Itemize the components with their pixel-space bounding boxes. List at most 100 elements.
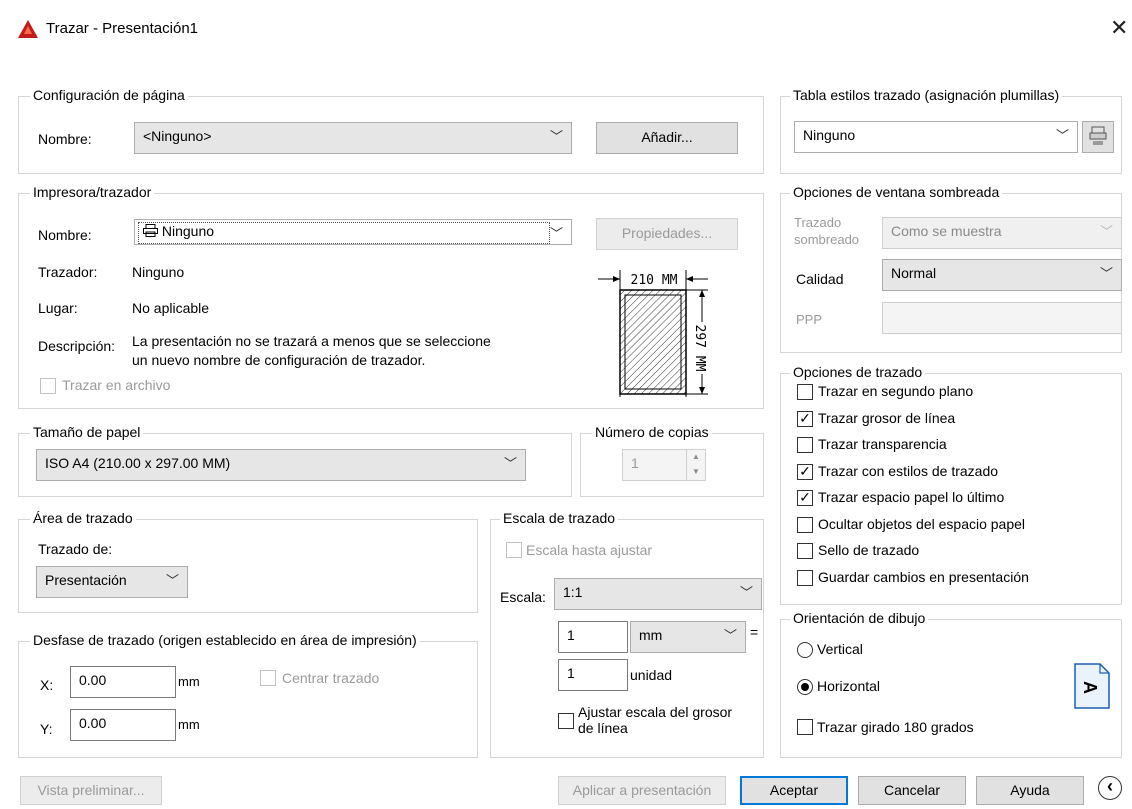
where-value: No aplicable — [132, 300, 210, 316]
cancel-button[interactable]: Cancelar — [858, 776, 966, 805]
plot-what-dropdown[interactable]: Presentación ﹀ — [36, 566, 188, 598]
shade-plot-label-line-1: Trazado — [794, 215, 842, 230]
chevron-down-icon: ﹀ — [1099, 266, 1113, 281]
autocad-logo-icon — [18, 20, 38, 38]
fit-to-paper-checkbox[interactable] — [506, 542, 522, 558]
scale-lineweights-label: Ajustar escala del grosor de línea — [578, 704, 732, 736]
dpi-label: PPP — [796, 312, 823, 327]
description-label: Descripción: — [38, 338, 116, 354]
ok-button[interactable]: Aceptar — [740, 776, 848, 805]
orientation-preview-icon: A — [1074, 663, 1110, 709]
offset-y-value: 0.00 — [79, 715, 107, 731]
help-button[interactable]: Ayuda — [976, 776, 1084, 805]
offset-x-unit: mm — [178, 674, 200, 689]
plot-option-checkbox[interactable]: ✓ — [797, 411, 813, 427]
dpi-input[interactable] — [882, 302, 1122, 334]
plot-style-dropdown[interactable]: Ninguno ﹀ — [794, 121, 1078, 153]
scale-lineweights-line-1: Ajustar escala del grosor — [578, 704, 733, 720]
center-plot-checkbox[interactable] — [260, 670, 276, 686]
shade-plot-value: Como se muestra — [891, 223, 1002, 239]
landscape-radio[interactable] — [797, 679, 813, 695]
offset-x-input[interactable]: 0.00 — [70, 666, 176, 698]
plot-option-label: Trazar en segundo plano — [818, 383, 974, 399]
apply-to-layout-button[interactable]: Aplicar a presentación — [558, 776, 726, 805]
plot-offset-title: Desfase de trazado (origen establecido e… — [30, 632, 420, 648]
scale-value2-input[interactable]: 1 — [558, 659, 628, 691]
chevron-down-icon: ﹀ — [723, 628, 737, 643]
printer-name-value: Ninguno — [161, 223, 215, 239]
plot-to-file-checkbox[interactable] — [40, 378, 56, 394]
fit-to-paper-label: Escala hasta ajustar — [526, 542, 653, 558]
description-line-2: un nuevo nombre de configuración de traz… — [132, 352, 426, 368]
preview-button[interactable]: Vista preliminar... — [20, 776, 162, 805]
offset-y-input[interactable]: 0.00 — [70, 709, 176, 741]
paper-size-title: Tamaño de papel — [30, 424, 144, 440]
printer-name-label: Nombre: — [38, 227, 92, 243]
plot-option-checkbox[interactable] — [797, 543, 813, 559]
scale-dropdown[interactable]: 1:1 ﹀ — [554, 578, 762, 610]
spin-up-icon[interactable]: ▲ — [687, 450, 705, 465]
window-title: Trazar - Presentación1 — [46, 20, 199, 37]
plot-style-title: Tabla estilos trazado (asignación plumil… — [790, 87, 1063, 103]
plot-option-checkbox[interactable] — [797, 437, 813, 453]
scale-value1-input[interactable]: 1 — [558, 621, 628, 653]
quality-label: Calidad — [796, 271, 844, 287]
copies-title: Número de copias — [592, 424, 712, 440]
plot-option-label: Guardar cambios en presentación — [818, 569, 1029, 585]
collapse-options-icon[interactable]: ‹ — [1098, 776, 1122, 800]
add-page-setup-button[interactable]: Añadir... — [596, 122, 738, 154]
close-icon[interactable]: ✕ — [1110, 15, 1128, 41]
paper-size-dropdown[interactable]: ISO A4 (210.00 x 297.00 MM) ﹀ — [36, 449, 526, 481]
plot-option-label: Ocultar objetos del espacio papel — [818, 516, 1026, 532]
plot-option-checkbox[interactable]: ✓ — [797, 490, 813, 506]
plot-option-checkbox[interactable]: ✓ — [797, 464, 813, 480]
scale-unit-dropdown[interactable]: mm ﹀ — [630, 621, 746, 653]
portrait-label: Vertical — [817, 641, 863, 657]
description-line-1: La presentación no se trazará a menos qu… — [132, 333, 491, 349]
plot-option-checkbox[interactable] — [797, 384, 813, 400]
plot-option-label: Trazar con estilos de trazado — [818, 463, 999, 479]
scale-value2: 1 — [567, 665, 575, 681]
scale-lineweights-checkbox[interactable] — [558, 713, 574, 729]
orientation-title: Orientación de dibujo — [790, 610, 929, 626]
offset-y-label: Y: — [40, 721, 53, 737]
copies-value: 1 — [631, 455, 639, 471]
plot-option-checkbox[interactable] — [797, 517, 813, 533]
preview-width-text: 210 MM — [631, 273, 678, 288]
page-setup-name-dropdown[interactable]: <Ninguno> ﹀ — [134, 122, 572, 154]
offset-x-label: X: — [40, 677, 54, 693]
page-setup-name-value: <Ninguno> — [143, 128, 212, 144]
offset-x-value: 0.00 — [79, 672, 107, 688]
chevron-down-icon: ﹀ — [503, 456, 517, 471]
properties-button[interactable]: Propiedades... — [596, 218, 738, 250]
upside-down-label: Trazar girado 180 grados — [817, 719, 974, 735]
printer-name-dropdown[interactable]: Ninguno ﹀ — [134, 219, 572, 245]
plot-option-label: Trazar transparencia — [818, 436, 947, 452]
offset-y-unit: mm — [178, 717, 200, 732]
spin-down-icon[interactable]: ▼ — [687, 465, 705, 480]
plot-scale-title: Escala de trazado — [500, 510, 619, 526]
quality-dropdown[interactable]: Normal ﹀ — [882, 259, 1122, 291]
scale-unit2: unidad — [630, 667, 673, 683]
shade-plot-dropdown[interactable]: Como se muestra ﹀ — [882, 217, 1122, 249]
copies-spinner[interactable]: ▲ ▼ — [686, 450, 705, 480]
quality-value: Normal — [891, 265, 937, 281]
chevron-down-icon: ﹀ — [549, 226, 563, 241]
where-label: Lugar: — [38, 300, 78, 316]
edit-plot-style-button[interactable] — [1082, 121, 1114, 153]
plot-option-checkbox[interactable] — [797, 570, 813, 586]
copies-input[interactable]: 1 ▲ ▼ — [622, 449, 706, 481]
plot-area-title: Área de trazado — [30, 510, 136, 526]
plot-option-label: Trazar grosor de línea — [818, 410, 956, 426]
printer-title: Impresora/trazador — [30, 184, 155, 200]
orientation-letter: A — [1080, 681, 1100, 694]
upside-down-checkbox[interactable] — [797, 719, 813, 735]
chevron-down-icon: ﹀ — [1099, 224, 1113, 239]
plotter-label: Trazador: — [38, 264, 98, 280]
center-plot-label: Centrar trazado — [282, 670, 380, 686]
portrait-radio[interactable] — [797, 642, 813, 658]
page-setup-title: Configuración de página — [30, 87, 188, 103]
chevron-down-icon: ﹀ — [165, 573, 179, 588]
chevron-down-icon: ﹀ — [1055, 128, 1069, 143]
shade-plot-label: Trazado sombreado — [794, 214, 859, 248]
